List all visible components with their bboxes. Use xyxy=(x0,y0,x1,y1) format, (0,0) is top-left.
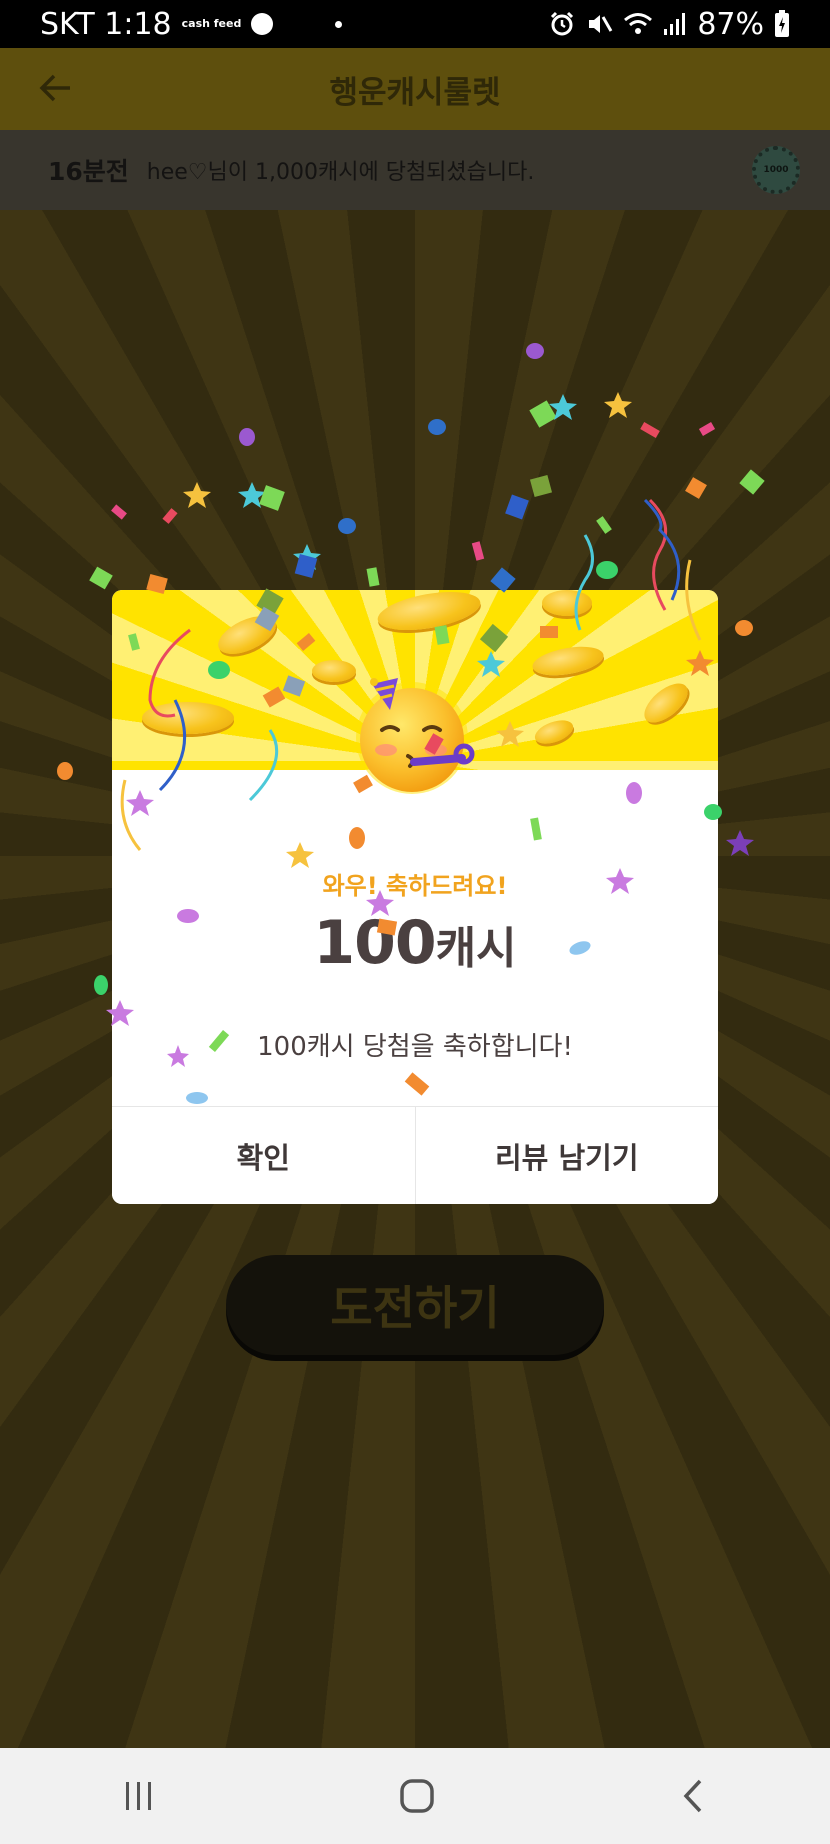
alarm-icon xyxy=(551,11,574,36)
ticker-message: hee♡님이 1,000캐시에 당첨되셨습니다. xyxy=(146,160,535,185)
coin-icon xyxy=(542,590,592,616)
prize-dialog: 와우! 축하드려요! 100캐시 100캐시 당첨을 축하합니다! 확인 리뷰 … xyxy=(112,590,718,1204)
notification-dot-icon xyxy=(335,20,343,28)
challenge-button[interactable]: 도전하기 xyxy=(226,1255,604,1355)
status-bar: SKT 1:18 cash feed 87% xyxy=(0,0,830,48)
ticker-time: 16분전 xyxy=(48,157,129,186)
battery-icon xyxy=(775,10,789,37)
carrier-time: SKT 1:18 xyxy=(40,6,172,42)
recent-apps-icon[interactable] xyxy=(122,1779,156,1813)
congrats-message: 100캐시 당첨을 축하합니다! xyxy=(257,1032,573,1062)
home-icon[interactable] xyxy=(399,1778,435,1814)
prize-value: 100 xyxy=(313,908,436,978)
mute-icon xyxy=(589,15,613,33)
back-icon[interactable] xyxy=(678,1778,708,1814)
app-header: 행운캐시룰렛 xyxy=(0,48,830,130)
prize-unit: 캐시 xyxy=(435,923,517,974)
partying-face-emoji-icon xyxy=(356,678,475,794)
confirm-button[interactable]: 확인 xyxy=(112,1107,415,1204)
back-arrow-icon[interactable] xyxy=(38,70,74,106)
wifi-icon xyxy=(624,13,653,34)
winner-ticker: 16분전 hee♡님이 1,000캐시에 당첨되셨습니다. 1000 xyxy=(0,130,830,210)
cashfeed-icon: cash feed xyxy=(181,17,242,30)
signal-icon xyxy=(664,13,686,35)
coin-badge-icon: 1000 xyxy=(752,146,800,194)
dialog-actions: 확인 리뷰 남기기 xyxy=(112,1106,718,1204)
coin-icon xyxy=(142,702,234,734)
page-title: 행운캐시룰렛 xyxy=(329,74,501,111)
congrats-text: 와우! 축하드려요! xyxy=(322,872,508,900)
leave-review-button[interactable]: 리뷰 남기기 xyxy=(414,1107,718,1204)
system-nav-bar xyxy=(0,1748,830,1844)
prize-amount: 100캐시 xyxy=(112,908,718,978)
chat-bubble-icon xyxy=(251,13,274,35)
battery-percent: 87% xyxy=(697,6,764,42)
